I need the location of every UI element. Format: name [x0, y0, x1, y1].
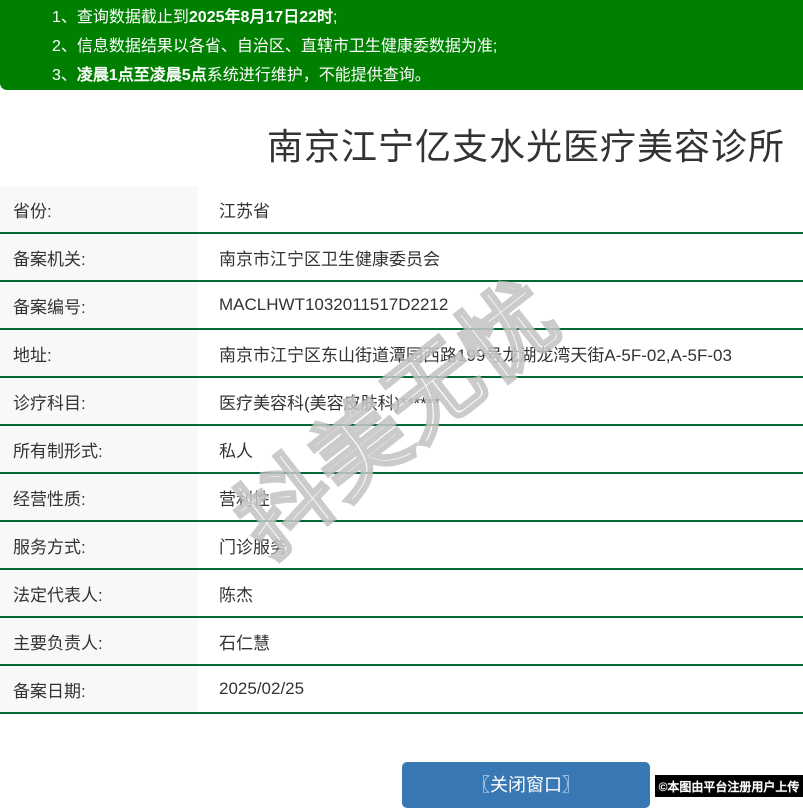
row-label: 地址: [0, 330, 198, 376]
table-row: 经营性质: 营利性 [0, 474, 803, 522]
row-label: 备案日期: [0, 666, 198, 712]
info-table: 省份: 江苏省 备案机关: 南京市江宁区卫生健康委员会 备案编号: MACLHW… [0, 186, 803, 714]
notice-bold-text: 2025年8月17日22时 [188, 9, 333, 26]
close-window-button[interactable]: 〖关闭窗口〗 [402, 762, 650, 808]
table-row: 服务方式: 门诊服务 [0, 522, 803, 570]
notice-text-after: ; [333, 9, 338, 26]
row-value: MACLHWT1032011517D2212 [219, 295, 449, 314]
table-row: 所有制形式: 私人 [0, 426, 803, 474]
table-row: 备案机关: 南京市江宁区卫生健康委员会 [0, 234, 803, 282]
notice-text: 3、 [52, 67, 77, 84]
row-value: 江苏省 [219, 201, 270, 221]
row-value: 石仁慧 [219, 633, 270, 653]
notice-text: 1、查询数据截止到 [52, 9, 189, 26]
table-row: 主要负责人: 石仁慧 [0, 618, 803, 666]
notice-line: 3、凌晨1点至凌晨5点系统进行维护，不能提供查询。 [52, 61, 803, 90]
row-label: 备案机关: [0, 234, 198, 280]
table-row: 地址: 南京市江宁区东山街道潭园西路199号龙湖龙湾天街A-5F-02,A-5F… [0, 330, 803, 378]
notice-line: 1、查询数据截止到2025年8月17日22时; [52, 3, 803, 32]
row-label: 所有制形式: [0, 426, 198, 472]
notice-text: 2、信息数据结果以各省、自治区、直辖市卫生健康委数据为准; [52, 38, 498, 55]
table-row: 诊疗科目: 医疗美容科(美容皮肤科)****** [0, 378, 803, 426]
row-value: 医疗美容科(美容皮肤科)****** [219, 393, 441, 413]
row-label: 主要负责人: [0, 618, 198, 664]
row-label: 服务方式: [0, 522, 198, 568]
table-row: 法定代表人: 陈杰 [0, 570, 803, 618]
row-value: 营利性 [219, 489, 270, 509]
row-value: 南京市江宁区东山街道潭园西路199号龙湖龙湾天街A-5F-02,A-5F-03 [219, 345, 732, 365]
registration-detail-page: 1、查询数据截止到2025年8月17日22时; 2、信息数据结果以各省、自治区、… [0, 0, 803, 808]
row-value: 门诊服务 [219, 537, 287, 557]
notice-bar: 1、查询数据截止到2025年8月17日22时; 2、信息数据结果以各省、自治区、… [0, 0, 803, 90]
notice-bold-text: 凌晨1点至凌晨5点 [76, 67, 207, 84]
row-label: 经营性质: [0, 474, 198, 520]
row-label: 诊疗科目: [0, 378, 198, 424]
row-label: 省份: [0, 186, 198, 232]
row-label: 备案编号: [0, 282, 198, 328]
row-value: 私人 [219, 441, 253, 461]
row-value: 2025/02/25 [219, 679, 305, 698]
uploader-stamp: ©本图由平台注册用户上传 [655, 775, 803, 797]
table-row: 备案编号: MACLHWT1032011517D2212 [0, 282, 803, 330]
page-title: 南京江宁亿支水光医疗美容诊所 [266, 126, 785, 167]
notice-text-after: 系统进行维护，不能提供查询。 [206, 67, 431, 84]
row-value: 陈杰 [219, 585, 253, 605]
row-value: 南京市江宁区卫生健康委员会 [219, 249, 440, 269]
table-row: 省份: 江苏省 [0, 186, 803, 234]
row-label: 法定代表人: [0, 570, 198, 616]
notice-line: 2、信息数据结果以各省、自治区、直辖市卫生健康委数据为准; [52, 32, 803, 61]
table-row: 备案日期: 2025/02/25 [0, 666, 803, 714]
